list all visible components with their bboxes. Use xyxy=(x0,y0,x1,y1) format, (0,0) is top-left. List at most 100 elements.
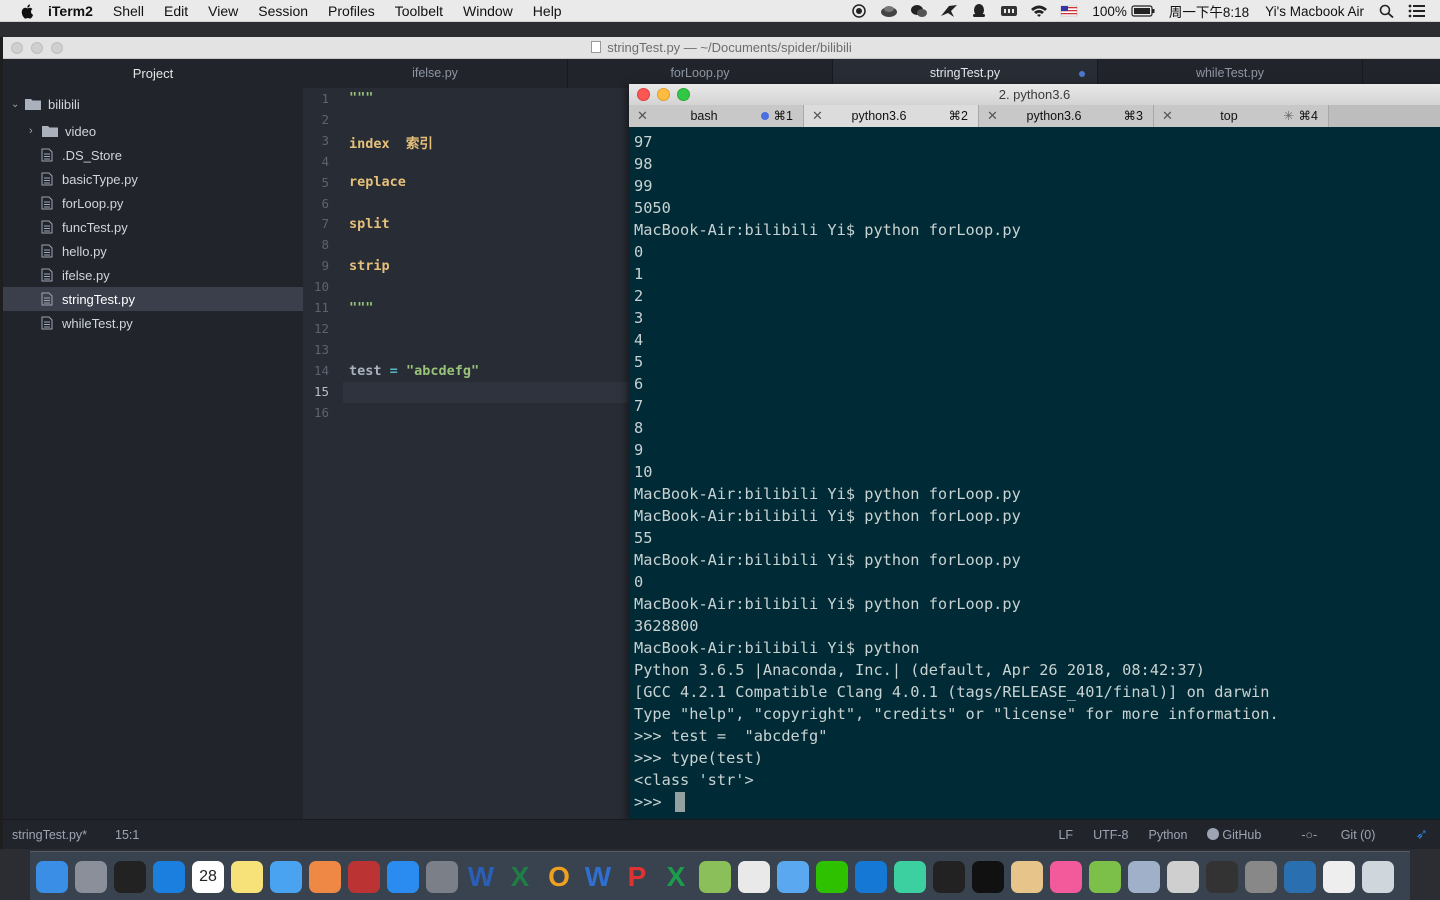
tree-file-item[interactable]: stringTest.py xyxy=(3,287,303,311)
git-button[interactable]: -○- Git (0) xyxy=(1301,820,1395,850)
messages-icon[interactable] xyxy=(270,861,302,893)
photos-icon[interactable] xyxy=(309,861,341,893)
menu-profiles[interactable]: Profiles xyxy=(328,3,375,19)
tree-file-item[interactable]: funcTest.py xyxy=(3,215,303,239)
user-name[interactable]: Yi's Macbook Air xyxy=(1265,4,1364,19)
window-close-button[interactable] xyxy=(11,42,23,54)
qq-icon[interactable] xyxy=(972,861,1004,893)
terminal-minimize-button[interactable] xyxy=(657,88,670,101)
file-label: .DS_Store xyxy=(62,147,122,163)
cursor-position[interactable]: 15:1 xyxy=(115,820,139,850)
apple-icon[interactable] xyxy=(20,3,36,19)
chrome-icon[interactable] xyxy=(738,861,770,893)
terminal-output[interactable]: 97 98 99 5050 MacBook-Air:bilibili Yi$ pytho… xyxy=(634,131,1279,813)
chevron-down-icon[interactable]: ⌄ xyxy=(11,99,21,110)
terminal-tab-bash[interactable]: ✕ bash ⌘1 xyxy=(629,105,804,127)
window-zoom-button[interactable] xyxy=(51,42,63,54)
input-method-icon[interactable] xyxy=(1000,4,1018,18)
terminal-alt-icon[interactable] xyxy=(1206,861,1238,893)
menu-window[interactable]: Window xyxy=(463,3,513,19)
terminal-zoom-button[interactable] xyxy=(677,88,690,101)
app-store-icon[interactable] xyxy=(387,861,419,893)
github-button[interactable]: GitHub xyxy=(1207,820,1281,850)
system-preferences-icon[interactable] xyxy=(426,861,458,893)
network-radar-icon[interactable] xyxy=(1128,861,1160,893)
menu-toolbelt[interactable]: Toolbelt xyxy=(395,3,443,19)
spotlight-icon[interactable] xyxy=(1378,4,1396,18)
excel-icon[interactable]: X xyxy=(504,861,536,893)
terminal-close-button[interactable] xyxy=(637,88,650,101)
tree-file-item[interactable]: ifelse.py xyxy=(3,263,303,287)
word-icon[interactable]: W xyxy=(465,861,497,893)
tree-file-item[interactable]: whileTest.py xyxy=(3,311,303,335)
menu-shell[interactable]: Shell xyxy=(113,3,144,19)
terminal-icon[interactable] xyxy=(114,861,146,893)
automator-icon[interactable] xyxy=(1167,861,1199,893)
bird-status-icon[interactable] xyxy=(940,4,958,18)
clock[interactable]: 周一下午8:18 xyxy=(1169,1,1249,21)
safari-icon[interactable] xyxy=(153,861,185,893)
terminal-tab-python-2[interactable]: ✕ python3.6 ⌘2 xyxy=(804,105,979,127)
tree-file-item[interactable]: basicType.py xyxy=(3,167,303,191)
activity-monitor-icon[interactable] xyxy=(933,861,965,893)
sublime-icon[interactable] xyxy=(1089,861,1121,893)
tree-file-item[interactable]: .DS_Store xyxy=(3,143,303,167)
atom-icon[interactable] xyxy=(894,861,926,893)
terminal-tab-python-3[interactable]: ✕ python3.6 ⌘3 xyxy=(979,105,1154,127)
modified-indicator-icon xyxy=(1079,71,1085,77)
folder-icon[interactable] xyxy=(1011,861,1043,893)
calendar-icon[interactable]: 28 xyxy=(192,861,224,893)
trash-icon[interactable] xyxy=(1362,861,1394,893)
encoding-selector[interactable]: UTF-8 xyxy=(1093,820,1128,850)
notification-center-icon[interactable] xyxy=(1408,4,1426,18)
line-ending-selector[interactable]: LF xyxy=(1058,820,1073,850)
terminal-line: MacBook-Air:bilibili Yi$ python forLoop.… xyxy=(634,507,1021,525)
finder-icon[interactable] xyxy=(36,861,68,893)
itunes-icon[interactable] xyxy=(1050,861,1082,893)
grammar-selector[interactable]: Python xyxy=(1148,820,1187,850)
outlook-icon[interactable]: O xyxy=(543,861,575,893)
chevron-right-icon[interactable]: › xyxy=(29,125,39,137)
menu-app-name[interactable]: iTerm2 xyxy=(48,3,93,19)
flag-icon[interactable] xyxy=(1060,4,1078,18)
tab-ifelse[interactable]: ifelse.py xyxy=(303,59,568,88)
wifi-icon[interactable] xyxy=(1030,4,1048,18)
record-icon[interactable] xyxy=(850,4,868,18)
window-title: stringTest.py — ~/Documents/spider/bilib… xyxy=(607,40,852,55)
notes-icon[interactable] xyxy=(231,861,263,893)
menu-help[interactable]: Help xyxy=(533,3,562,19)
photo-booth-icon[interactable] xyxy=(348,861,380,893)
wechat-icon[interactable] xyxy=(816,861,848,893)
terminal-tab-top[interactable]: ✕ top ✳ ⌘4 xyxy=(1154,105,1329,127)
vpn-icon[interactable] xyxy=(855,861,887,893)
file-text-icon xyxy=(41,268,53,282)
quicktime-icon[interactable] xyxy=(1284,861,1316,893)
vpn-status-icon[interactable] xyxy=(880,4,898,18)
network-icon[interactable] xyxy=(699,861,731,893)
status-file-name[interactable]: stringTest.py* xyxy=(12,820,87,850)
wechat-status-icon[interactable] xyxy=(910,4,928,18)
excel-alt-icon[interactable]: X xyxy=(660,861,692,893)
menu-session[interactable]: Session xyxy=(258,3,308,19)
qq-status-icon[interactable] xyxy=(970,4,988,18)
menu-edit[interactable]: Edit xyxy=(164,3,188,19)
iterm-window[interactable]: 2. python3.6 ✕ bash ⌘1 ✕ python3.6 ⌘2 ✕ … xyxy=(629,84,1440,819)
window-minimize-button[interactable] xyxy=(31,42,43,54)
archive-icon[interactable] xyxy=(1245,861,1277,893)
folder-label: video xyxy=(65,123,97,139)
battery-icon[interactable] xyxy=(1131,4,1155,18)
code-editor[interactable]: 1 2 3 4 5 6 7 8 9 10 11 12 13 14 15 16 """ index 索引 rep… xyxy=(303,88,633,819)
tree-root-folder[interactable]: ⌄ bilibili xyxy=(3,92,303,116)
word-alt-icon[interactable]: W xyxy=(582,861,614,893)
tree-file-item[interactable]: hello.py xyxy=(3,239,303,263)
bird-icon[interactable]: ➶ xyxy=(1415,820,1428,850)
tree-folder-video[interactable]: › video xyxy=(3,119,303,143)
line-number: 6 xyxy=(321,195,329,211)
mail-icon[interactable] xyxy=(777,861,809,893)
launchpad-icon[interactable] xyxy=(75,861,107,893)
line-number: 12 xyxy=(313,320,329,336)
documents-icon[interactable] xyxy=(1323,861,1355,893)
menu-view[interactable]: View xyxy=(208,3,238,19)
powerpoint-icon[interactable]: P xyxy=(621,861,653,893)
tree-file-item[interactable]: forLoop.py xyxy=(3,191,303,215)
